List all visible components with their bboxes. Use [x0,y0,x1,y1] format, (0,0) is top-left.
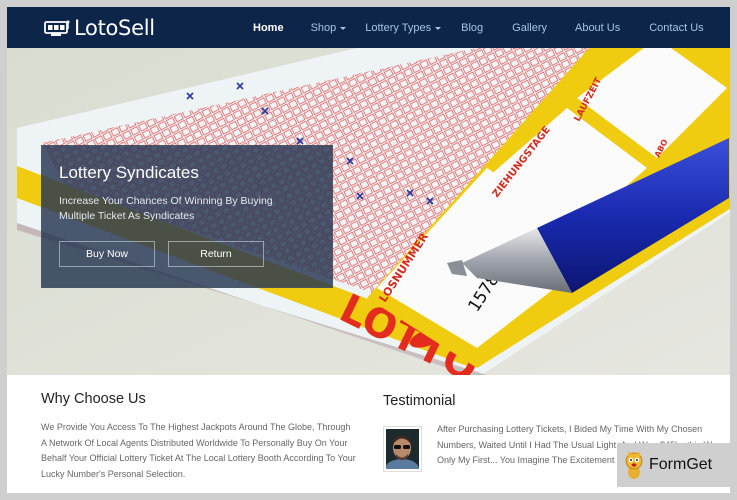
main-nav: Home Shop Lottery Types Blog Gallery Abo… [253,7,704,48]
nav-shop[interactable]: Shop [311,22,347,34]
nav-contact-us[interactable]: Contact Us [649,22,703,34]
hero-title: Lottery Syndicates [59,163,199,182]
why-choose-us-heading: Why Choose Us [41,391,146,407]
testimonial-heading: Testimonial [383,393,456,409]
cat-mascot-icon [625,451,643,479]
nav-blog[interactable]: Blog [461,22,483,34]
page: LotoSell Home Shop Lottery Types Blog Ga… [7,7,730,493]
hero-caption-panel: Lottery Syndicates Increase Your Chances… [41,145,333,288]
return-button[interactable]: Return [168,241,264,267]
nav-gallery-label: Gallery [512,21,547,34]
nav-blog-label: Blog [461,21,484,34]
nav-lottery-types[interactable]: Lottery Types [365,21,442,34]
formget-watermark: FormGet [617,443,730,487]
nav-about-us-label: About Us [574,21,621,34]
nav-contact-us-label: Contact Us [649,21,704,34]
nav-home[interactable]: Home [253,22,284,34]
person-photo-icon [385,429,419,479]
testimonial-avatar [383,426,422,479]
formget-label: FormGet [649,456,713,473]
brand-logo[interactable]: LotoSell [44,16,155,40]
buy-now-button[interactable]: Buy Now [59,241,155,267]
hero-banner: LOTTO LOSNUMMER ZIEHUNGSTAGE LAUFZEIT AB… [7,48,730,375]
navbar: LotoSell Home Shop Lottery Types Blog Ga… [7,7,730,48]
nav-gallery[interactable]: Gallery [512,22,547,34]
nav-about-us[interactable]: About Us [575,22,620,34]
why-choose-us-text: We Provide You Access To The Highest Jac… [41,422,356,479]
slot-machine-icon [44,19,70,37]
caret-down-icon [435,26,442,30]
nav-home-label: Home [253,21,284,34]
brand-name: LotoSell [74,16,155,40]
caret-down-icon [340,26,347,30]
nav-shop-label: Shop [310,21,337,34]
hero-subtitle: Increase Your Chances Of Winning By Buyi… [59,195,273,222]
nav-lottery-types-label: Lottery Types [365,21,432,34]
